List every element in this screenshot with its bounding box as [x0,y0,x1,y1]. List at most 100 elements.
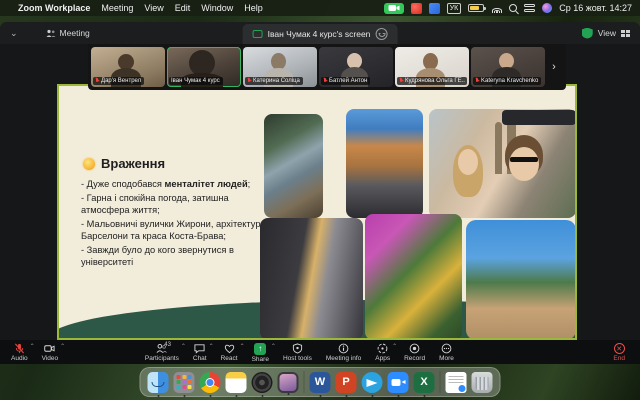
more-button[interactable]: More [432,340,461,364]
end-meeting-button[interactable]: ✕ End [606,340,632,364]
control-center-icon[interactable] [524,4,535,13]
share-button[interactable]: ↑ Share ⌃ [245,340,276,364]
participant-video[interactable]: Дар'я Вентрел [91,47,165,87]
dock-separator [440,371,441,393]
dock-separator [304,371,305,393]
muted-mic-icon [475,78,479,84]
bullet-1: - Дуже сподобався менталітет людей; [81,178,277,191]
drive-tray-icon[interactable] [429,3,440,14]
apps-icon [377,343,388,354]
video-button[interactable]: Video ⌃ [35,340,66,364]
wifi-icon[interactable] [491,4,502,13]
dark-round-app-icon[interactable] [252,372,273,393]
shared-screen-slide: Враження - Дуже сподобався менталітет лю… [57,84,577,340]
bullet-3: - Мальовничі вулички Жирони, архітектура… [81,218,277,243]
react-button[interactable]: React ⌃ [214,340,245,364]
excel-icon[interactable]: X [414,372,435,393]
bullet-4: - Завжди було до кого звернутися в уніве… [81,244,277,269]
document-app-icon[interactable] [446,372,467,393]
photo-gothic-street [260,218,363,340]
participant-video[interactable]: Батлей Антон [319,47,393,87]
apps-button[interactable]: Apps ⌃ [368,340,397,364]
selfie-girl-face [458,149,478,175]
word-icon[interactable]: W [310,372,331,393]
muted-mic-icon [323,78,327,84]
filmstrip-next-button[interactable]: › [547,47,561,87]
muted-mic-icon [247,78,251,84]
view-button[interactable]: View [598,28,616,38]
participant-nameplate: Іван Чумак 4 курс [169,77,223,85]
participant-nameplate: Кудрянова Ольга ГЕ.. [397,77,467,85]
macos-dock: W P X [140,367,501,397]
muted-mic-icon [399,78,403,84]
menu-meeting[interactable]: Meeting [101,3,133,13]
dark-overlay-bar [502,110,576,125]
photo-city-street-cars [346,109,423,218]
menu-zoom-workplace[interactable]: Zoom Workplace [18,3,90,13]
people-icon [46,29,56,38]
screen-share-icon [253,30,263,38]
spotlight-search-icon[interactable] [509,4,517,12]
desktop: { "menu_bar": { "apple": "", "items": ["… [0,0,640,400]
audio-button[interactable]: Audio ⌃ [4,340,35,364]
video-options-chevron[interactable]: ⌃ [60,343,65,350]
ellipsis-icon [441,343,452,354]
tab-shared-screen-label: Іван Чумак 4 курс's screen [268,29,371,39]
powerpoint-icon[interactable]: P [336,372,357,393]
participant-video[interactable]: Катерина Соліца [243,47,317,87]
chrome-icon[interactable] [200,372,221,393]
iphone-mirroring-icon[interactable] [278,372,299,393]
tab-meeting[interactable]: Meeting [46,28,90,38]
keyboard-layout-indicator[interactable]: УК [447,3,462,14]
participants-button[interactable]: Participants 43 ⌃ [138,340,186,364]
participant-nameplate: Батлей Антон [321,77,370,85]
zoom-meeting-window: ⌄ Meeting Іван Чумак 4 курс's screen Vie… [0,22,640,364]
participant-video[interactable]: Kateryna Kravchenko [471,47,545,87]
notes-icon[interactable] [226,372,247,393]
window-title-bar: ⌄ Meeting Іван Чумак 4 курс's screen Vie… [0,22,640,44]
tab-meeting-label: Meeting [60,28,90,38]
battery-icon[interactable] [468,4,484,12]
telegram-icon[interactable] [362,372,383,393]
participant-nameplate: Kateryna Kravchenko [473,77,541,85]
collapse-chevron-icon[interactable]: ⌄ [10,28,18,39]
photo-garden-flowers [365,214,462,340]
screen-sharing-camera-indicator[interactable] [384,3,404,14]
trash-icon[interactable] [472,372,493,393]
view-grid-icon[interactable] [621,30,630,37]
menu-help[interactable]: Help [244,3,263,13]
photo-palm-promenade [466,220,576,340]
record-icon [409,343,420,354]
security-shield-icon[interactable] [582,28,593,39]
macos-menu-bar: Zoom Workplace Meeting View Edit Window … [0,0,640,16]
bullet-2: - Гарна і спокійна погода, затишна атмос… [81,192,277,217]
menu-edit[interactable]: Edit [175,3,191,13]
meeting-info-button[interactable]: Meeting info [319,340,368,364]
selfie-guy-face [509,147,539,181]
participant-video[interactable]: Кудрянова Ольга ГЕ.. [395,47,469,87]
record-button[interactable]: Record [397,340,432,364]
menu-window[interactable]: Window [201,3,233,13]
launchpad-icon[interactable] [174,372,195,393]
menu-view[interactable]: View [144,3,163,13]
participants-count: 43 [164,342,171,348]
zoom-app-icon[interactable] [388,372,409,393]
camera-icon [388,4,400,12]
sun-emoji-icon [83,158,95,170]
end-x-icon: ✕ [614,343,625,354]
host-tools-button[interactable]: Host tools [276,340,319,364]
menu-bar-clock: Ср 16 жовт. 14:27 [559,3,632,13]
siri-icon[interactable] [542,3,552,13]
chat-button[interactable]: Chat ⌃ [186,340,214,364]
muted-mic-icon [95,78,99,84]
zoom-toolbar: Audio ⌃ Video ⌃ Participants 43 ⌃ Chat ⌃ [0,340,640,364]
camera-icon [44,343,55,354]
chat-bubble-icon [194,343,205,354]
finder-icon[interactable] [148,372,169,393]
heart-icon [224,343,235,354]
reactions-smiley-icon[interactable] [375,28,387,40]
participant-video-active-speaker[interactable]: Іван Чумак 4 курс [167,47,241,87]
tab-shared-screen[interactable]: Іван Чумак 4 курс's screen [243,24,398,44]
notification-tray-icon[interactable] [411,3,422,14]
photo-selfie-sagrada-familia [429,109,576,218]
